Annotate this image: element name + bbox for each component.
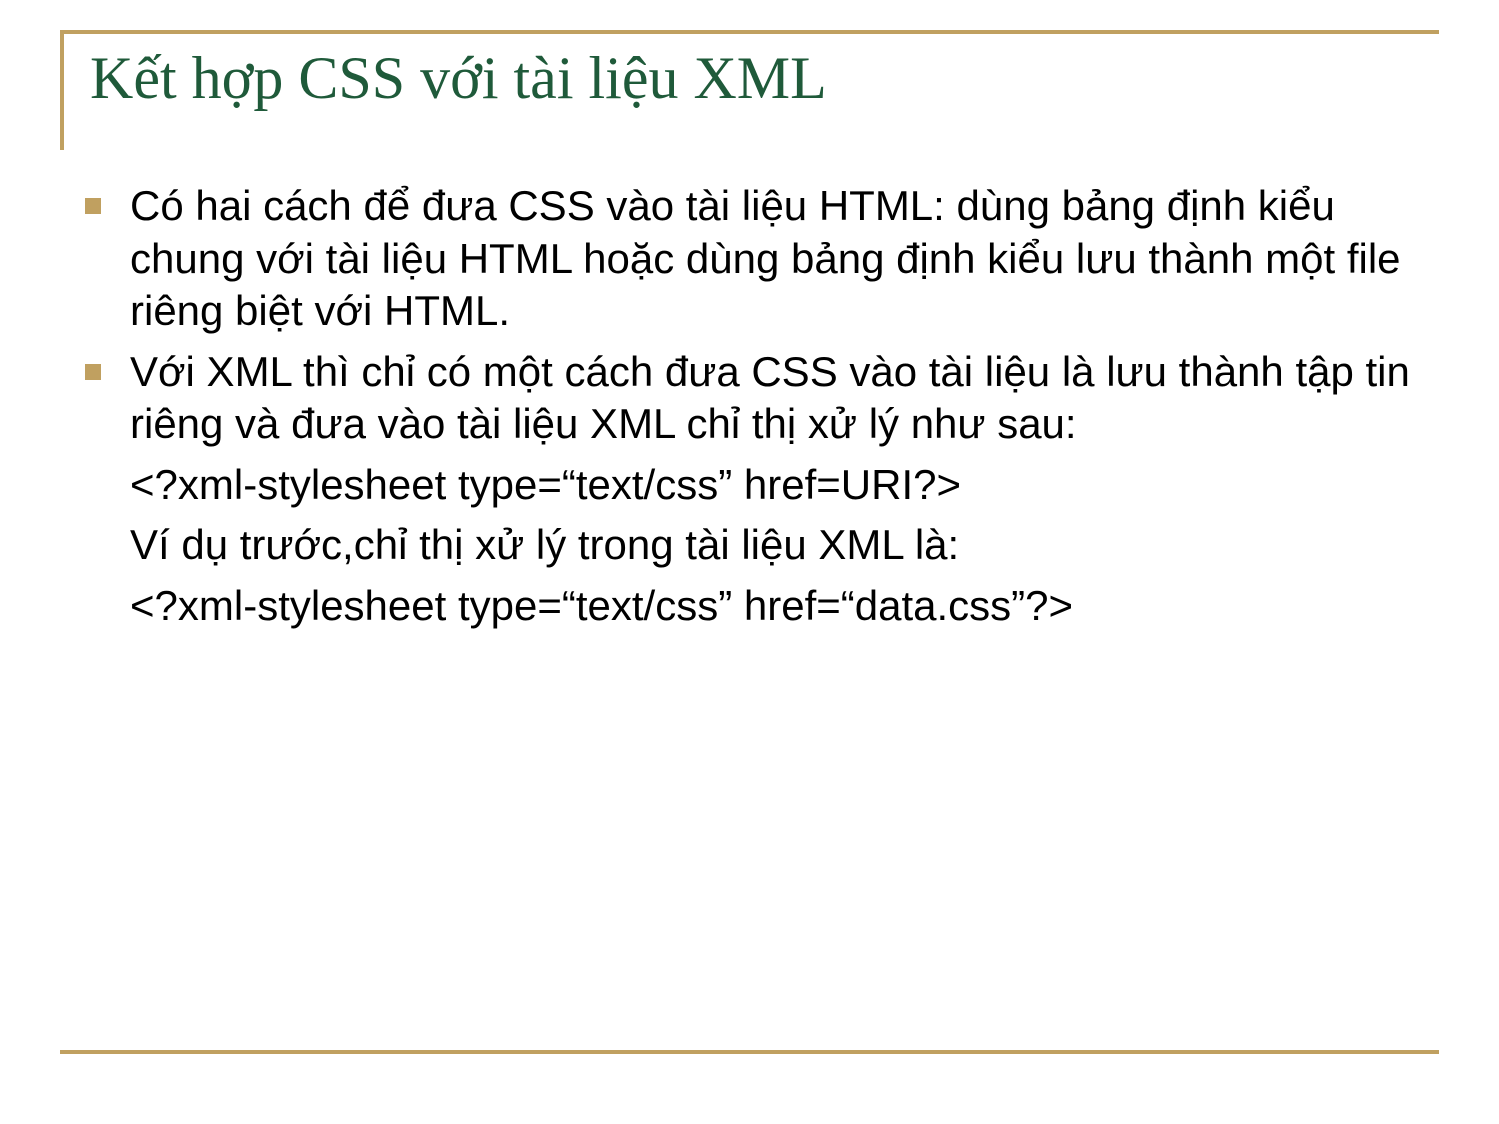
bullet-text: Có hai cách để đưa CSS vào tài liệu HTML…	[130, 182, 1401, 334]
square-bullet-icon	[85, 198, 101, 214]
footer-rule	[60, 1050, 1439, 1054]
bullet-text: Với XML thì chỉ có một cách đưa CSS vào …	[130, 348, 1410, 448]
bullet-item: Có hai cách để đưa CSS vào tài liệu HTML…	[75, 180, 1429, 338]
sub-line: <?xml-stylesheet type=“text/css” href=UR…	[75, 459, 1429, 512]
slide-title: Kết hợp CSS với tài liệu XML	[90, 44, 827, 113]
slide-body: Có hai cách để đưa CSS vào tài liệu HTML…	[75, 180, 1429, 640]
sub-line: Ví dụ trước,chỉ thị xử lý trong tài liệu…	[75, 519, 1429, 572]
title-rule-left	[60, 30, 64, 150]
bullet-item: Với XML thì chỉ có một cách đưa CSS vào …	[75, 346, 1429, 451]
title-rule-top	[60, 30, 1439, 34]
slide: Kết hợp CSS với tài liệu XML Có hai cách…	[0, 0, 1499, 1124]
square-bullet-icon	[85, 364, 101, 380]
sub-line: <?xml-stylesheet type=“text/css” href=“d…	[75, 580, 1429, 633]
